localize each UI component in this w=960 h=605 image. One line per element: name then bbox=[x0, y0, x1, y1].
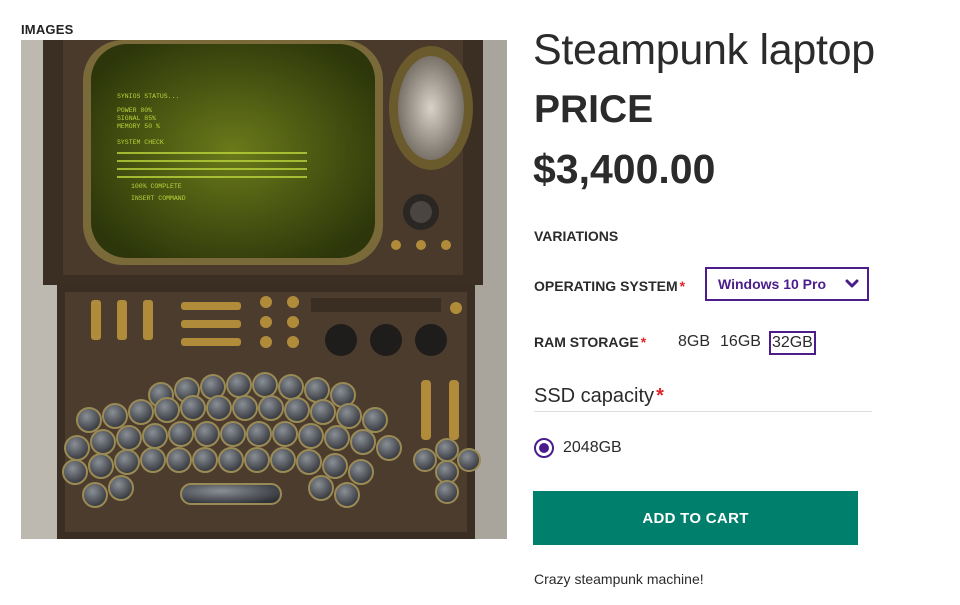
ssd-option-label: 2048GB bbox=[563, 439, 622, 456]
screen-text-line: MEMORY 50 % bbox=[117, 123, 160, 130]
product-image[interactable]: SYNIOS STATUS... POWER 80% SIGNAL 85% ME… bbox=[21, 40, 507, 539]
steampunk-laptop-illustration: SYNIOS STATUS... POWER 80% SIGNAL 85% ME… bbox=[21, 40, 507, 539]
chevron-down-icon bbox=[845, 279, 859, 289]
operating-system-select[interactable]: Windows 10 Pro bbox=[705, 267, 869, 301]
operating-system-label-text: OPERATING SYSTEM bbox=[534, 278, 678, 294]
add-to-cart-button[interactable]: ADD TO CART bbox=[533, 491, 858, 545]
screen-text-line: SIGNAL 85% bbox=[117, 115, 156, 122]
required-asterisk: * bbox=[640, 334, 647, 350]
images-heading: IMAGES bbox=[21, 22, 74, 37]
operating-system-selected-value: Windows 10 Pro bbox=[718, 276, 827, 292]
product-price: $3,400.00 bbox=[533, 146, 716, 192]
ssd-capacity-label-text: SSD capacity bbox=[534, 385, 655, 407]
ram-option-32gb[interactable]: 32GB bbox=[768, 331, 816, 355]
operating-system-label: OPERATING SYSTEM * bbox=[534, 278, 685, 294]
product-title: Steampunk laptop bbox=[533, 26, 875, 74]
screen-text-line: SYSTEM CHECK bbox=[117, 139, 164, 146]
variations-heading: VARIATIONS bbox=[534, 228, 619, 244]
ssd-option-2048gb[interactable]: 2048GB bbox=[534, 438, 622, 458]
product-description: Crazy steampunk machine! bbox=[534, 571, 704, 587]
ram-option-16gb[interactable]: 16GB bbox=[718, 331, 763, 355]
divider bbox=[534, 411, 872, 412]
ssd-capacity-label: SSD capacity * bbox=[534, 385, 664, 408]
ram-storage-label-text: RAM STORAGE bbox=[534, 334, 639, 350]
required-asterisk: * bbox=[656, 385, 664, 407]
screen-text-line: INSERT COMMAND bbox=[131, 195, 186, 202]
screen-text-line: POWER 80% bbox=[117, 107, 152, 114]
ram-storage-label: RAM STORAGE * bbox=[534, 334, 646, 350]
screen-text-line: SYNIOS STATUS... bbox=[117, 93, 179, 100]
radio-selected-icon[interactable] bbox=[534, 438, 554, 458]
ram-storage-options: 8GB 16GB 32GB bbox=[676, 331, 816, 355]
required-asterisk: * bbox=[679, 278, 686, 294]
ram-option-8gb[interactable]: 8GB bbox=[676, 331, 712, 355]
price-label: PRICE bbox=[534, 88, 654, 131]
screen-text-line: 100% COMPLETE bbox=[131, 183, 182, 190]
